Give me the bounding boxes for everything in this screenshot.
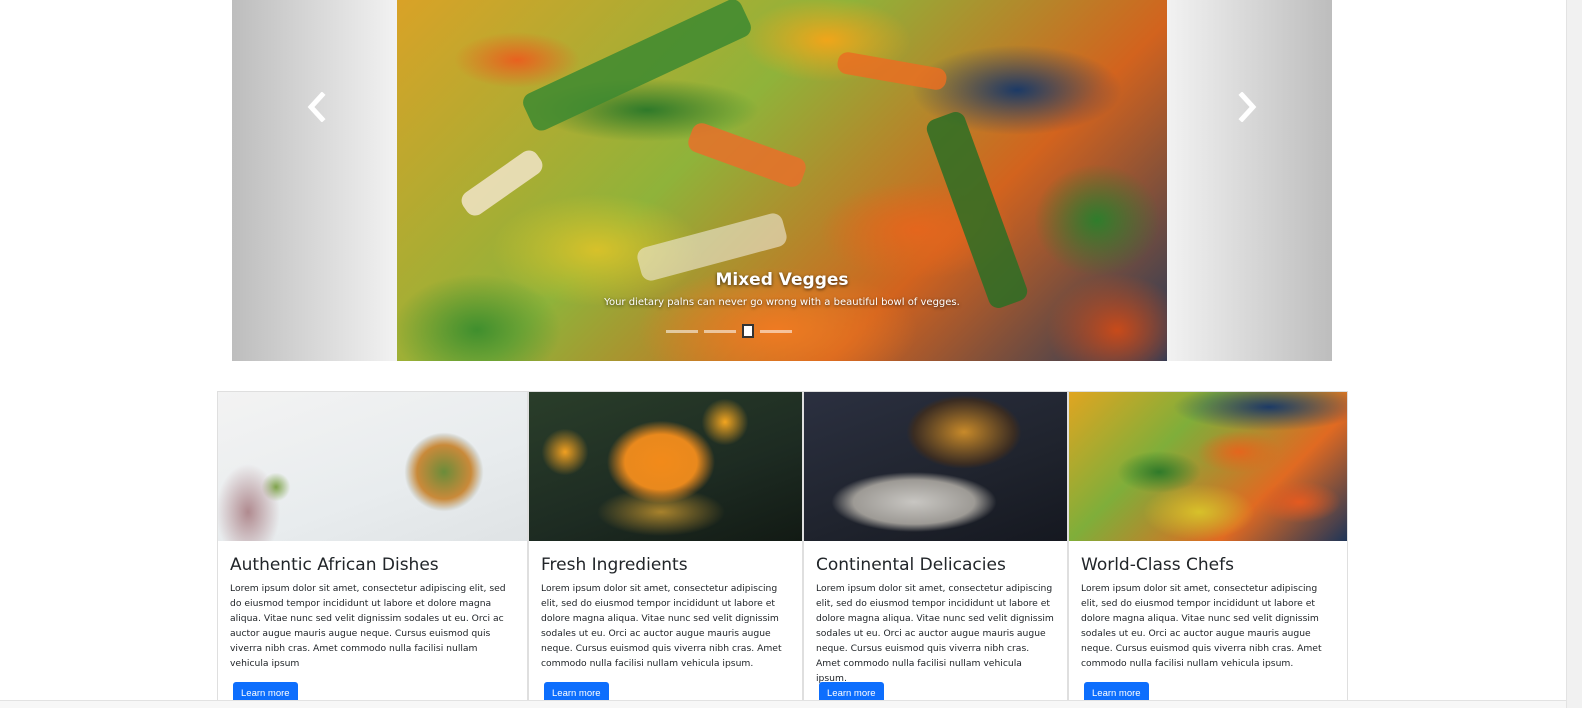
hero-carousel: Mixed Vegges Your dietary palns can neve… bbox=[232, 0, 1332, 361]
card-text: Lorem ipsum dolor sit amet, consectetur … bbox=[1081, 583, 1322, 669]
carousel-indicator-3[interactable] bbox=[742, 324, 754, 338]
card-world-class-chefs: World-Class Chefs Lorem ipsum dolor sit … bbox=[1068, 391, 1348, 708]
carousel-indicator-2[interactable] bbox=[704, 329, 736, 333]
feature-cards: Authentic African Dishes Lorem ipsum dol… bbox=[217, 391, 1348, 708]
chevron-right-icon bbox=[1238, 91, 1257, 123]
carousel-indicators bbox=[666, 324, 792, 338]
card-text: Lorem ipsum dolor sit amet, consectetur … bbox=[230, 583, 506, 669]
card-image-oranges bbox=[529, 392, 802, 541]
onion-shape bbox=[457, 146, 547, 220]
card-text: Lorem ipsum dolor sit amet, consectetur … bbox=[541, 583, 782, 669]
card-continental-delicacies: Continental Delicacies Lorem ipsum dolor… bbox=[803, 391, 1068, 708]
carousel-indicator-1[interactable] bbox=[666, 329, 698, 333]
green-bean-shape bbox=[519, 0, 755, 134]
card-african-dishes: Authentic African Dishes Lorem ipsum dol… bbox=[217, 391, 528, 708]
card-title: Fresh Ingredients bbox=[541, 555, 688, 575]
carrot-shape bbox=[685, 120, 809, 190]
chevron-left-icon bbox=[307, 91, 326, 123]
card-image-salmon-dish bbox=[804, 392, 1067, 541]
vertical-scrollbar[interactable] bbox=[1566, 0, 1582, 708]
card-title: Continental Delicacies bbox=[816, 555, 1006, 575]
slide-caption-text: Your dietary palns can never go wrong wi… bbox=[604, 297, 960, 308]
carousel-next-button[interactable] bbox=[1232, 91, 1262, 126]
card-image-salad-bowl bbox=[218, 392, 527, 541]
card-fresh-ingredients: Fresh Ingredients Lorem ipsum dolor sit … bbox=[528, 391, 803, 708]
carrot-shape bbox=[835, 50, 949, 92]
carousel-indicator-4[interactable] bbox=[760, 329, 792, 333]
horizontal-scrollbar[interactable] bbox=[0, 700, 1566, 708]
carousel-prev-button[interactable] bbox=[302, 91, 332, 126]
card-text: Lorem ipsum dolor sit amet, consectetur … bbox=[816, 583, 1054, 684]
slide-caption-title: Mixed Vegges bbox=[715, 270, 849, 290]
card-title: Authentic African Dishes bbox=[230, 555, 439, 575]
card-title: World-Class Chefs bbox=[1081, 555, 1234, 575]
card-image-mixed-vegetables bbox=[1069, 392, 1347, 541]
